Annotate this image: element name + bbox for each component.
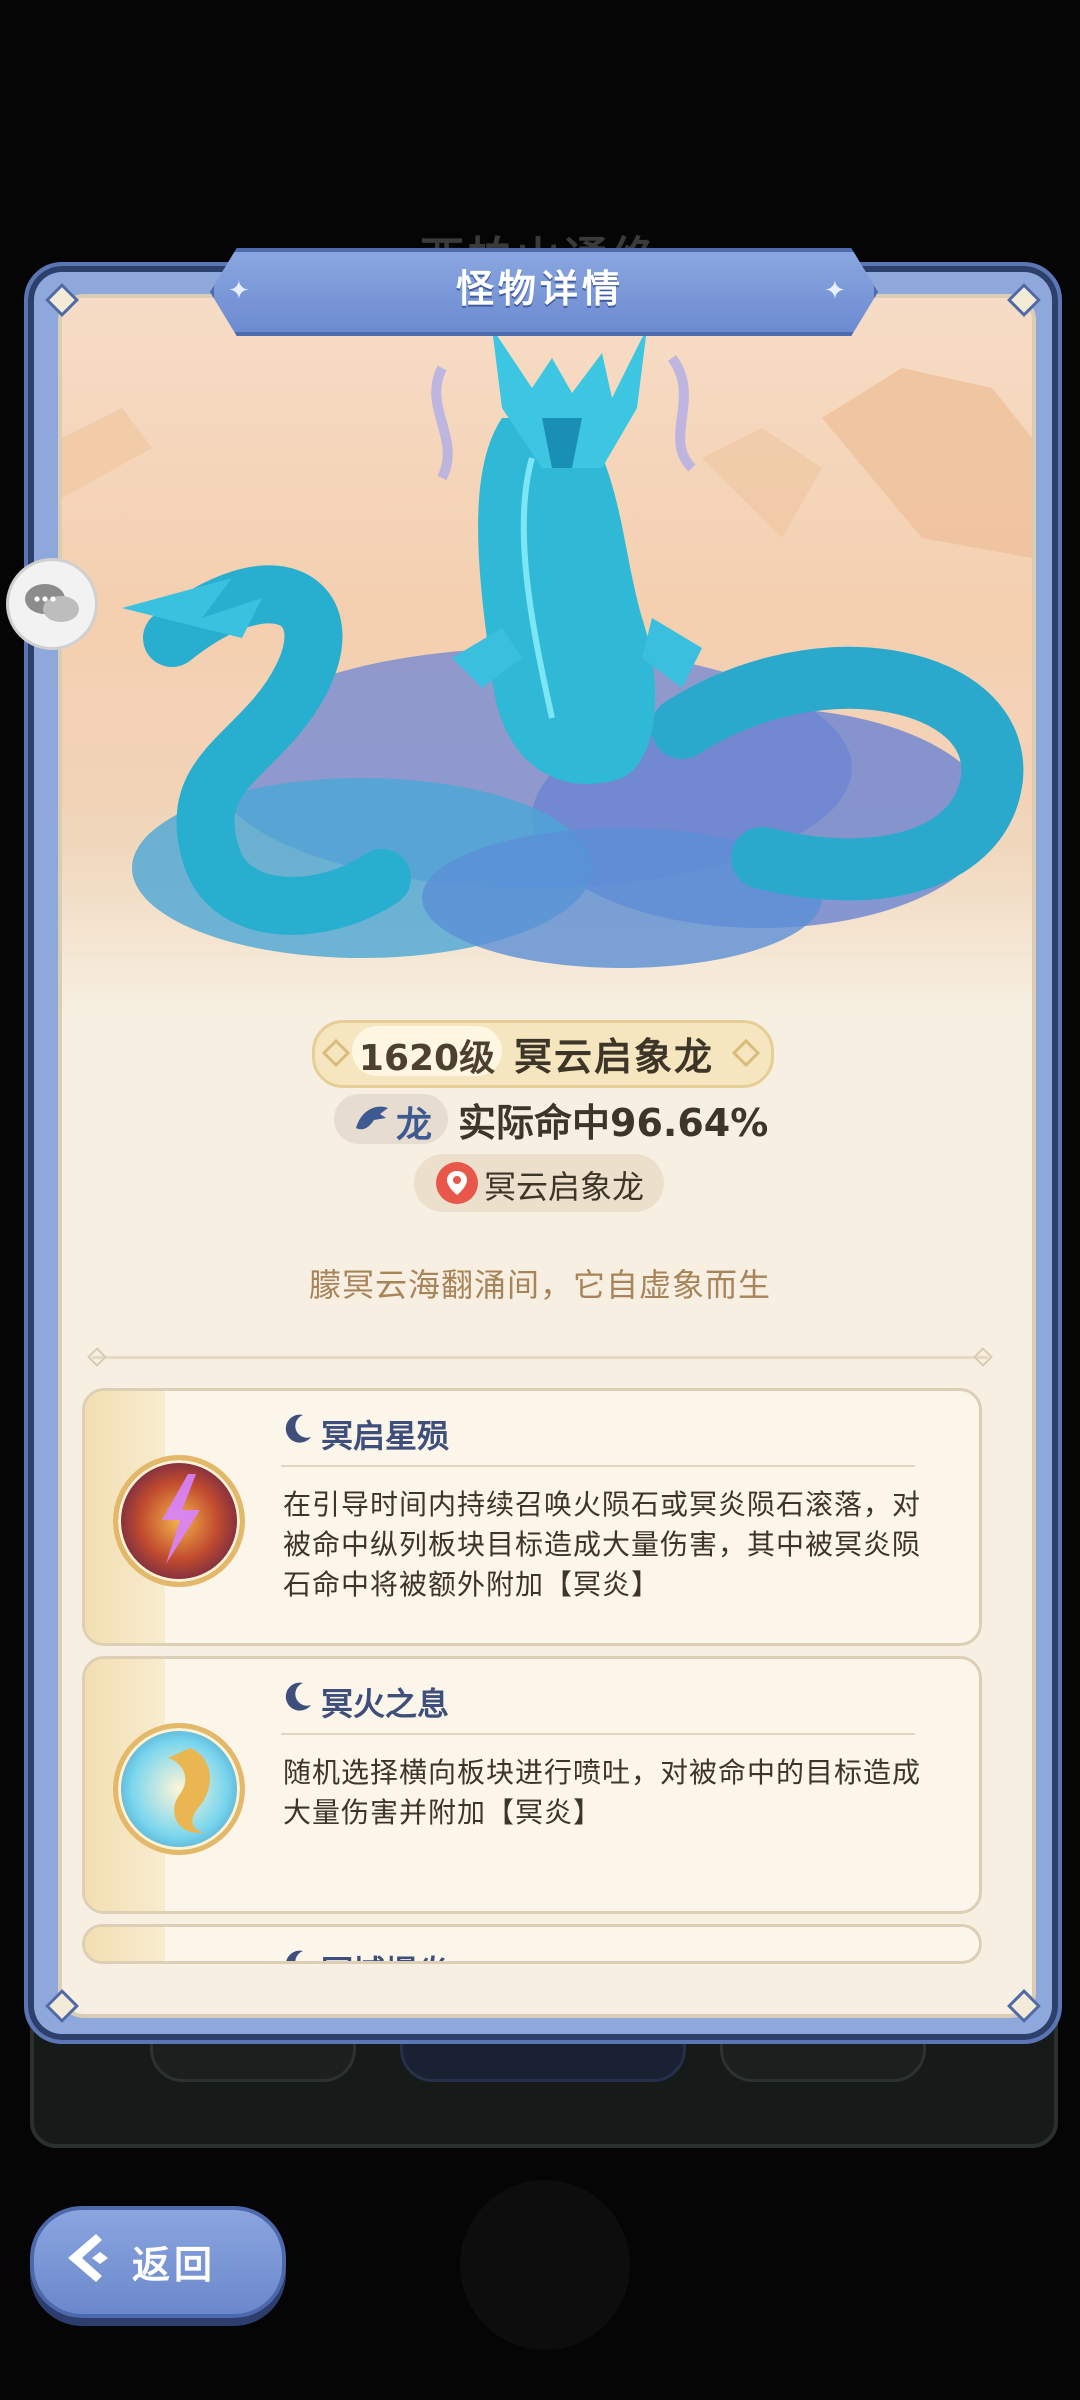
dragon-breath-icon: [113, 1723, 245, 1855]
moon-icon: [285, 1682, 311, 1711]
skill-divider: [281, 1465, 915, 1467]
monster-type: 龙: [396, 1105, 433, 1146]
skill-name: 冥域爆炎: [321, 1947, 449, 1961]
dragon-type-icon: [356, 1106, 388, 1130]
chat-button[interactable]: [6, 558, 98, 650]
skill-card[interactable]: 冥域爆炎: [82, 1924, 982, 1964]
monster-name: 冥云启象龙: [514, 1035, 715, 1079]
back-button-label[interactable]: 返回: [132, 2234, 216, 2289]
moon-icon: [285, 1414, 311, 1443]
dragon-illustration: [62, 328, 1032, 968]
section-divider: [92, 1356, 988, 1359]
skill-divider: [281, 1733, 915, 1735]
background-glyph: [460, 2180, 630, 2350]
location-pin-icon: [436, 1162, 478, 1204]
monster-level: 1620级: [358, 1038, 496, 1079]
skill-name: 冥启星殒: [321, 1417, 450, 1455]
skill-card-decoration: [85, 1927, 165, 1961]
moon-icon: [286, 1950, 303, 1961]
hit-rate: 实际命中96.64%: [458, 1101, 769, 1145]
modal-title: 怪物详情: [455, 267, 624, 311]
skill-description: 在引导时间内持续召唤火陨石或冥炎陨石滚落，对被命中纵列板块目标造成大量伤害，其中…: [283, 1488, 922, 1601]
skill-card[interactable]: 冥火之息 随机选择横向板块进行喷吐，对被命中的目标造成大量伤害并附加【冥炎】: [82, 1656, 982, 1914]
location-name[interactable]: 冥云启象龙: [484, 1162, 644, 1208]
skill-name: 冥火之息: [321, 1685, 450, 1723]
skill-card[interactable]: 冥启星殒 在引导时间内持续召唤火陨石或冥炎陨石滚落，对被命中纵列板块目标造成大量…: [82, 1388, 982, 1646]
skill-description: 随机选择横向板块进行喷吐，对被命中的目标造成大量伤害并附加【冥炎】: [283, 1756, 922, 1829]
back-arrow-icon: [68, 2234, 108, 2282]
chat-bubble-icon: [25, 584, 79, 622]
monster-showcase: [62, 298, 1032, 1018]
monster-description: 朦冥云海翻涌间，它自虚象而生: [308, 1266, 771, 1304]
meteor-icon: [113, 1455, 245, 1587]
